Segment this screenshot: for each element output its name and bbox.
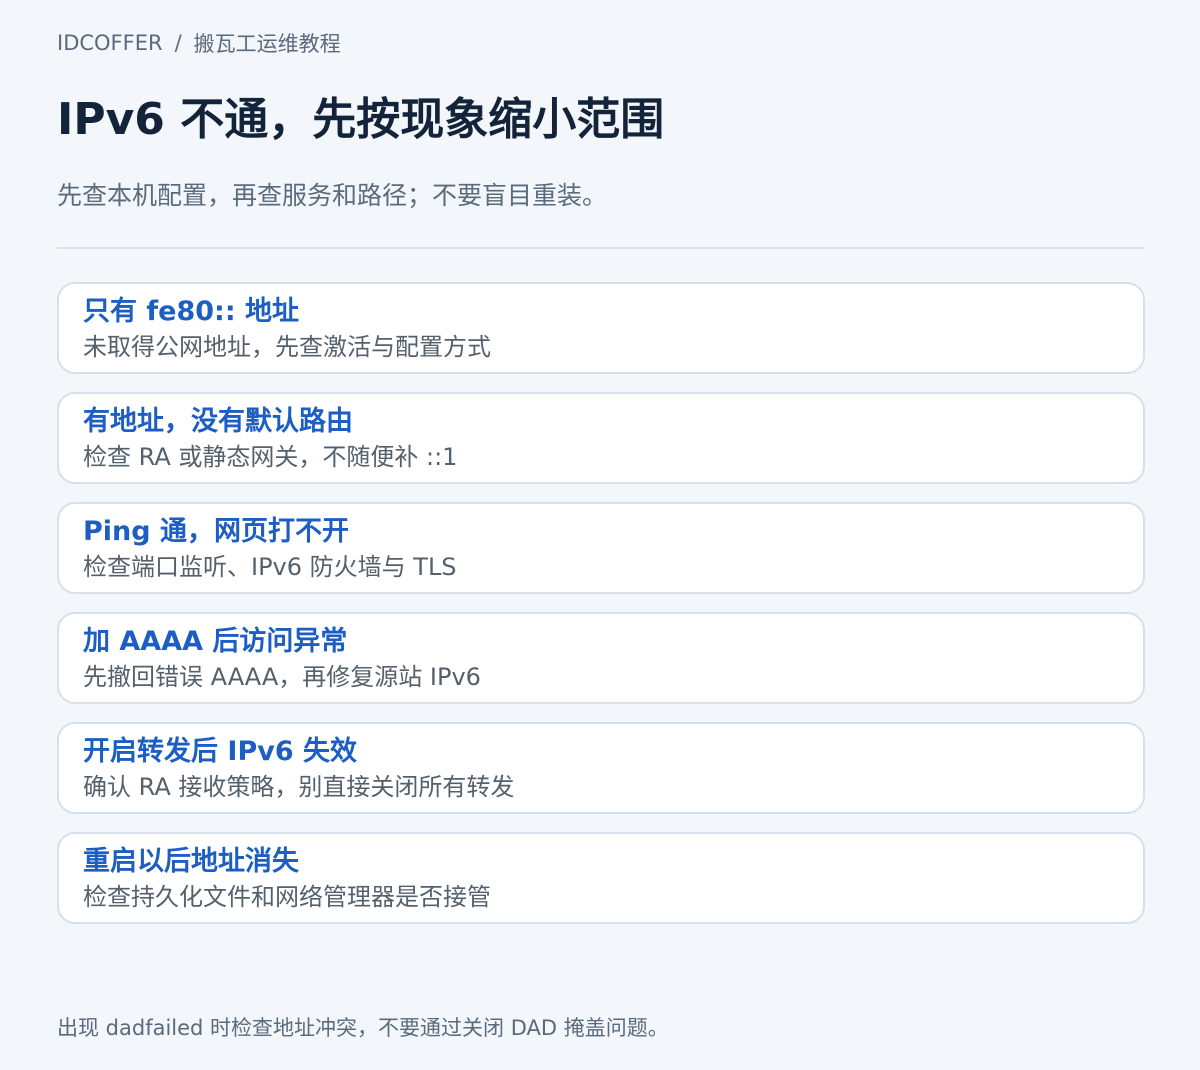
breadcrumb: IDCOFFER / 搬瓦工运维教程 (57, 28, 341, 58)
symptom-card-ping-ok-web-fail: Ping 通，网页打不开 检查端口监听、IPv6 防火墙与 TLS (57, 502, 1145, 594)
card-description: 检查端口监听、IPv6 防火墙与 TLS (83, 553, 457, 581)
card-description: 确认 RA 接收策略，别直接关闭所有转发 (83, 773, 515, 801)
card-title: 开启转发后 IPv6 失效 (83, 736, 358, 767)
card-title: 加 AAAA 后访问异常 (83, 626, 348, 657)
card-title: Ping 通，网页打不开 (83, 516, 349, 547)
symptom-card-forwarding-breaks-ipv6: 开启转发后 IPv6 失效 确认 RA 接收策略，别直接关闭所有转发 (57, 722, 1145, 814)
symptom-card-address-lost-after-reboot: 重启以后地址消失 检查持久化文件和网络管理器是否接管 (57, 832, 1145, 924)
symptom-card-fe80-only: 只有 fe80:: 地址 未取得公网地址，先查激活与配置方式 (57, 282, 1145, 374)
symptom-card-aaaa-issue: 加 AAAA 后访问异常 先撤回错误 AAAA，再修复源站 IPv6 (57, 612, 1145, 704)
page-subtitle: 先查本机配置，再查服务和路径；不要盲目重装。 (57, 181, 608, 210)
header-divider (57, 247, 1145, 249)
card-description: 检查持久化文件和网络管理器是否接管 (83, 883, 491, 911)
card-title: 有地址，没有默认路由 (83, 406, 353, 437)
breadcrumb-separator: / (174, 31, 182, 55)
symptom-card-no-default-route: 有地址，没有默认路由 检查 RA 或静态网关，不随便补 ::1 (57, 392, 1145, 484)
card-description: 检查 RA 或静态网关，不随便补 ::1 (83, 443, 458, 471)
footer-note: 出现 dadfailed 时检查地址冲突，不要通过关闭 DAD 掩盖问题。 (57, 1016, 669, 1040)
card-description: 未取得公网地址，先查激活与配置方式 (83, 333, 491, 361)
card-title: 重启以后地址消失 (83, 846, 299, 877)
card-description: 先撤回错误 AAAA，再修复源站 IPv6 (83, 663, 481, 691)
symptom-card-list: 只有 fe80:: 地址 未取得公网地址，先查激活与配置方式 有地址，没有默认路… (57, 282, 1145, 942)
page: IDCOFFER / 搬瓦工运维教程 IPv6 不通，先按现象缩小范围 先查本机… (57, 0, 1145, 1070)
page-title: IPv6 不通，先按现象缩小范围 (57, 94, 665, 145)
breadcrumb-section-link[interactable]: 搬瓦工运维教程 (194, 28, 341, 58)
breadcrumb-site-link[interactable]: IDCOFFER (57, 31, 163, 55)
card-title: 只有 fe80:: 地址 (83, 296, 300, 327)
